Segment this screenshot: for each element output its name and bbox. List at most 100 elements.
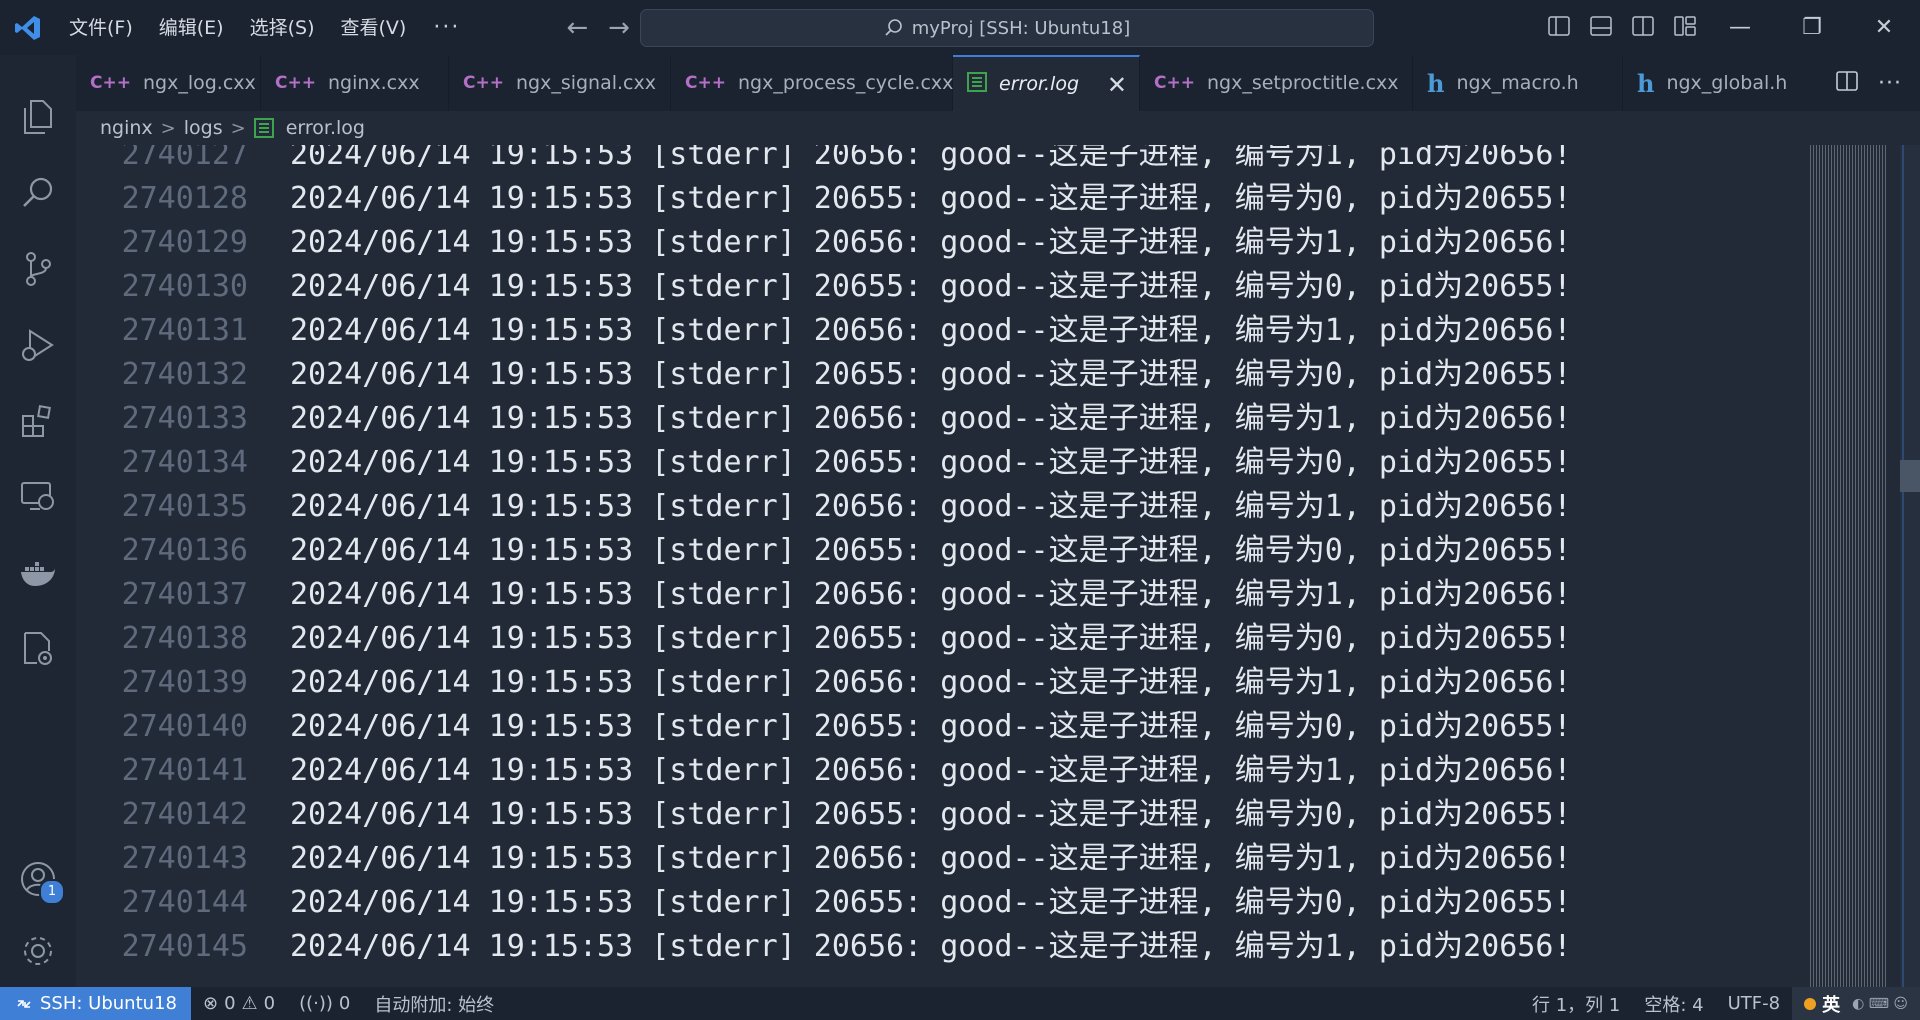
docker-icon[interactable] [0,541,76,605]
run-debug-icon[interactable] [0,313,76,377]
warning-icon: ⚠ [241,993,258,1014]
code-line[interactable]: 2740134 2024/06/14 19:15:53 [stderr] 2065… [76,441,1572,485]
error-icon: ⊗ [202,993,219,1014]
remote-explorer-icon[interactable] [0,465,76,529]
cpp-file-icon: C++ [463,73,504,93]
command-center-search[interactable]: myProj [SSH: Ubuntu18] [640,9,1374,47]
manage-gear-icon[interactable] [0,919,76,983]
search-view-icon[interactable] [0,161,76,225]
tab-error-log[interactable]: error.log ✕ [953,55,1140,111]
cursor-position[interactable]: 行 1，列 1 [1520,991,1632,1017]
code-line[interactable]: 2740132 2024/06/14 19:15:53 [stderr] 2065… [76,353,1572,397]
code-line[interactable]: 2740135 2024/06/14 19:15:53 [stderr] 2065… [76,485,1572,529]
code-line[interactable]: 2740136 2024/06/14 19:15:53 [stderr] 2065… [76,529,1572,573]
ime-indicator[interactable]: 英 ◐ ⌨ ☺ [1792,987,1920,1020]
breadcrumb-file-error-log[interactable]: error.log [286,117,365,139]
explorer-icon[interactable] [0,85,76,149]
code-line[interactable]: 2740140 2024/06/14 19:15:53 [stderr] 2065… [76,705,1572,749]
maximize-button[interactable]: ❐ [1776,0,1848,55]
tab-nginx-cxx[interactable]: C++ nginx.cxx [261,55,449,111]
breadcrumb-folder-nginx[interactable]: nginx [100,117,153,139]
line-number: 2740131 [121,313,248,348]
remote-label: SSH: Ubuntu18 [40,993,177,1014]
extensions-icon[interactable] [0,389,76,453]
tab-label: ngx_log.cxx [142,72,256,94]
code-line[interactable]: 2740131 2024/06/14 19:15:53 [stderr] 2065… [76,309,1572,353]
auto-attach-indicator[interactable]: 自动附加: 始终 [362,991,506,1017]
vscode-logo-icon [0,0,56,55]
tab-ngx-process-cycle-cxx[interactable]: C++ ngx_process_cycle.cxx [671,55,953,111]
code-line[interactable]: 2740141 2024/06/14 19:15:53 [stderr] 2065… [76,749,1572,793]
line-number: 2740130 [121,269,248,304]
ime-dot-icon [1804,997,1817,1010]
close-tab-icon[interactable]: ✕ [1107,71,1127,99]
toggle-panel-icon[interactable] [1587,12,1615,40]
line-text: 2024/06/14 19:15:53 [stderr] 20655: good… [290,357,1572,392]
menu-more-button[interactable]: ··· [419,15,474,40]
menu-file[interactable]: 文件(F) [56,10,146,46]
title-bar: 文件(F) 编辑(E) 选择(S) 查看(V) ··· ← → myProj [… [0,0,1920,55]
ime-mode: 英 [1822,994,1841,1016]
code-line[interactable]: 2740137 2024/06/14 19:15:53 [stderr] 2065… [76,573,1572,617]
menu-edit[interactable]: 编辑(E) [146,10,237,46]
code-line[interactable]: 2740138 2024/06/14 19:15:53 [stderr] 2065… [76,617,1572,661]
line-text: 2024/06/14 19:15:53 [stderr] 20656: good… [290,313,1572,348]
code-line[interactable]: 2740142 2024/06/14 19:15:53 [stderr] 2065… [76,793,1572,837]
code-line[interactable]: 2740128 2024/06/14 19:15:53 [stderr] 2065… [76,177,1572,221]
indentation[interactable]: 空格: 4 [1632,991,1715,1017]
customize-layout-icon[interactable] [1671,12,1699,40]
source-control-icon[interactable] [0,237,76,301]
back-arrow-icon[interactable]: ← [566,13,588,43]
cpp-file-icon: C++ [90,73,131,93]
code-line[interactable]: 2740133 2024/06/14 19:15:53 [stderr] 2065… [76,397,1572,441]
minimap[interactable] [1810,145,1886,987]
tab-ngx-setproctitle-cxx[interactable]: C++ ngx_setproctitle.cxx [1140,55,1413,111]
warning-count: 0 [263,993,276,1014]
tab-ngx-signal-cxx[interactable]: C++ ngx_signal.cxx [449,55,671,111]
code-line[interactable]: 2740129 2024/06/14 19:15:53 [stderr] 2065… [76,221,1572,265]
breadcrumb-folder-logs[interactable]: logs [184,117,223,139]
forward-arrow-icon[interactable]: → [608,13,630,43]
menu-selection[interactable]: 选择(S) [237,10,328,46]
problems-indicator[interactable]: ⊗ 0 ⚠ 0 [191,993,287,1014]
menu-bar: 文件(F) 编辑(E) 选择(S) 查看(V) ··· [56,0,474,55]
tab-ngx-log-cxx[interactable]: C++ ngx_log.cxx [76,55,261,111]
line-number: 2740134 [121,445,248,480]
code-line[interactable]: 2740127 2024/06/14 19:15:53 [stderr] 2065… [76,145,1572,177]
ports-indicator[interactable]: ((·)) 0 [287,993,362,1014]
toggle-secondary-sidebar-icon[interactable] [1629,12,1657,40]
code-line[interactable]: 2740143 2024/06/14 19:15:53 [stderr] 2065… [76,837,1572,881]
tab-label: error.log [999,73,1080,95]
tab-ngx-macro-h[interactable]: h ngx_macro.h [1413,55,1623,111]
minimize-button[interactable]: — [1704,0,1776,55]
code-line[interactable]: 2740130 2024/06/14 19:15:53 [stderr] 2065… [76,265,1572,309]
toggle-primary-sidebar-icon[interactable] [1545,12,1573,40]
close-window-button[interactable]: ✕ [1848,0,1920,55]
remote-indicator[interactable]: SSH: Ubuntu18 [0,987,191,1020]
code-line[interactable]: 2740139 2024/06/14 19:15:53 [stderr] 2065… [76,661,1572,705]
code-line[interactable]: 2740145 2024/06/14 19:15:53 [stderr] 2065… [76,925,1572,969]
code-line[interactable]: 2740144 2024/06/14 19:15:53 [stderr] 2065… [76,881,1572,925]
editor-actions: ··· [1836,55,1920,111]
cmake-tools-icon[interactable] [0,617,76,681]
tab-ngx-global-h[interactable]: h ngx_global.h [1623,55,1843,111]
editor-area[interactable]: 2740127 2024/06/14 19:15:53 [stderr] 2065… [76,145,1920,987]
line-number: 2740144 [121,885,248,920]
split-editor-icon[interactable] [1836,71,1858,95]
line-number: 2740139 [121,665,248,700]
command-center-label: myProj [SSH: Ubuntu18] [911,17,1131,39]
encoding[interactable]: UTF-8 [1716,993,1792,1014]
accounts-icon[interactable]: 1 [0,847,76,911]
line-number: 2740133 [121,401,248,436]
menu-view[interactable]: 查看(V) [328,10,420,46]
more-actions-icon[interactable]: ··· [1878,71,1902,96]
line-text: 2024/06/14 19:15:53 [stderr] 20655: good… [290,445,1572,480]
status-bar: SSH: Ubuntu18 ⊗ 0 ⚠ 0 ((·)) 0 自动附加: 始终 行… [0,987,1920,1020]
line-text: 2024/06/14 19:15:53 [stderr] 20656: good… [290,841,1572,876]
log-file-icon [253,118,274,138]
broadcast-icon: ((·)) [299,993,333,1014]
line-text: 2024/06/14 19:15:53 [stderr] 20656: good… [290,489,1572,524]
line-text: 2024/06/14 19:15:53 [stderr] 20655: good… [290,797,1572,832]
scrollbar-thumb[interactable] [1900,460,1920,492]
log-file-icon [967,71,987,97]
